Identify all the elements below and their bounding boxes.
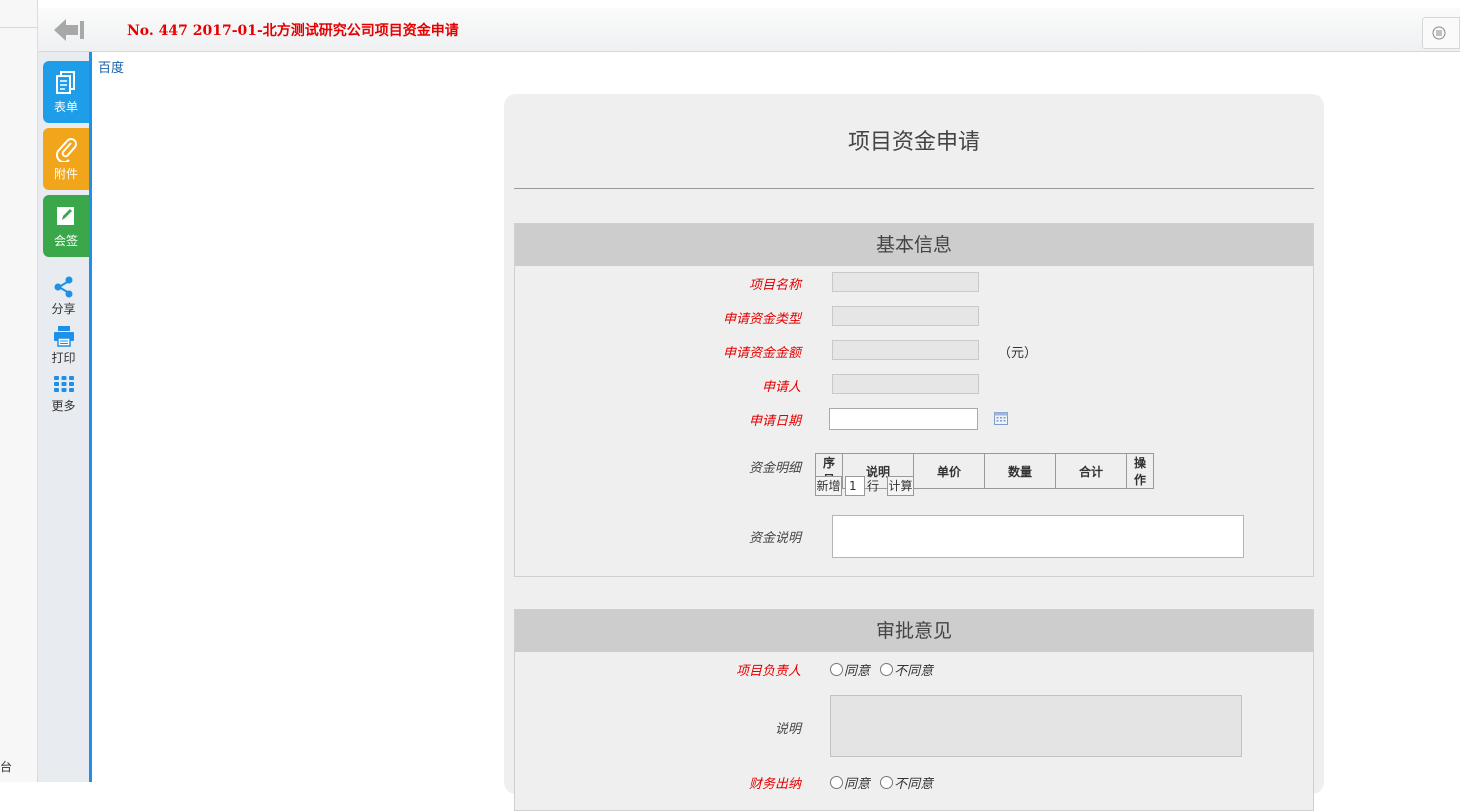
column-header: 单价: [913, 453, 985, 489]
print-tool[interactable]: 打印: [38, 325, 89, 366]
radio-button[interactable]: [830, 663, 843, 676]
pm-disagree-option[interactable]: 不同意: [880, 663, 934, 679]
fund-detail-table: 序号 说明 单价 数量 合计 操作: [815, 453, 1154, 489]
column-header: 操作: [1126, 453, 1154, 489]
date-field[interactable]: [829, 408, 978, 430]
radio-button[interactable]: [830, 776, 843, 789]
tab-attachments[interactable]: 附件: [43, 128, 89, 190]
pm-agree-option[interactable]: 同意: [830, 663, 871, 679]
finance-label: 财务出纳: [748, 777, 801, 792]
share-tool[interactable]: 分享: [38, 276, 89, 317]
column-header: 合计: [1055, 453, 1127, 489]
form-title: 项目资金申请: [847, 130, 980, 155]
row-unit-label: 行: [867, 479, 880, 493]
menu-circle-icon: [1432, 26, 1446, 40]
agree-label: 同意: [844, 777, 871, 792]
amount-field[interactable]: [832, 340, 979, 360]
grid-icon: [53, 376, 74, 392]
pm-radio-group: 同意 不同意: [830, 660, 939, 679]
pm-remark-textarea[interactable]: [830, 695, 1242, 757]
tab-countersign[interactable]: 会签: [43, 195, 89, 257]
finance-radio-group: 同意 不同意: [830, 773, 939, 792]
radio-button[interactable]: [880, 776, 894, 789]
print-label: 打印: [51, 351, 76, 365]
baidu-link[interactable]: 百度: [98, 57, 124, 76]
back-button[interactable]: [52, 16, 86, 44]
tab-attachments-label: 附件: [53, 167, 78, 181]
tab-countersign-label: 会签: [53, 234, 78, 248]
document-title: No. 447 2017-01-北方测试研究公司项目资金申请: [127, 23, 459, 39]
disagree-label: 不同意: [894, 664, 934, 679]
left-edge-text: 台: [0, 760, 13, 774]
project-name-label: 项目名称: [748, 278, 801, 293]
approval-section: 审批意见 项目负责人 同意 不同意 说明 财务出纳 同意 不同意: [514, 609, 1314, 811]
form-card: 项目资金申请 基本信息 项目名称 申请资金类型 申请资金金额 （元） 申请人 申…: [504, 94, 1324, 811]
paperclip-icon: [56, 138, 77, 162]
project-name-field[interactable]: [832, 272, 979, 292]
share-label: 分享: [51, 302, 76, 316]
form-icon: [56, 71, 75, 94]
amount-label: 申请资金金额: [722, 346, 801, 361]
calendar-icon[interactable]: [993, 410, 1009, 426]
description-textarea[interactable]: [832, 515, 1244, 558]
finance-agree-option[interactable]: 同意: [830, 776, 871, 792]
side-toolbar: 表单 附件 会签 分享 打印 更多: [38, 52, 92, 782]
calculate-button[interactable]: 计算: [887, 476, 914, 496]
approval-heading: 审批意见: [515, 610, 1313, 652]
add-row-button[interactable]: 新增: [815, 476, 842, 496]
printer-icon: [53, 326, 74, 347]
remark-label: 说明: [774, 722, 801, 737]
tab-form-label: 表单: [53, 100, 78, 114]
finance-disagree-option[interactable]: 不同意: [880, 776, 934, 792]
edit-icon: [57, 207, 74, 225]
more-tool[interactable]: 更多: [38, 375, 89, 414]
detail-label: 资金明细: [748, 461, 801, 476]
description-label: 资金说明: [748, 531, 801, 546]
column-header: 数量: [984, 453, 1056, 489]
divider: [0, 27, 37, 28]
fund-type-field[interactable]: [832, 306, 979, 326]
agree-label: 同意: [844, 664, 871, 679]
top-bar: No. 447 2017-01-北方测试研究公司项目资金申请: [38, 0, 1460, 52]
applicant-label: 申请人: [761, 380, 801, 395]
more-label: 更多: [51, 399, 76, 413]
basic-info-section: 基本信息 项目名称 申请资金类型 申请资金金额 （元） 申请人 申请日期 资金明…: [514, 223, 1314, 577]
disagree-label: 不同意: [894, 777, 934, 792]
back-arrow-icon: [54, 19, 84, 41]
title-divider: [514, 188, 1314, 189]
pm-label: 项目负责人: [735, 664, 801, 679]
tab-form[interactable]: 表单: [43, 61, 89, 123]
fund-type-label: 申请资金类型: [722, 312, 801, 327]
radio-button[interactable]: [880, 663, 894, 676]
share-icon: [54, 276, 72, 298]
amount-unit: （元）: [998, 346, 1038, 361]
left-panel-strip: 台: [0, 0, 38, 782]
options-button[interactable]: [1422, 17, 1460, 49]
row-count-input[interactable]: 1: [845, 476, 865, 496]
date-label: 申请日期: [748, 414, 801, 429]
applicant-field[interactable]: [832, 374, 979, 394]
basic-info-heading: 基本信息: [515, 224, 1313, 266]
